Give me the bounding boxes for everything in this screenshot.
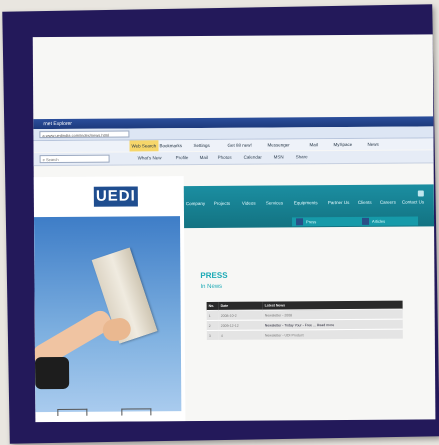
toolbar-get-new[interactable]: Get 88 new! [227,140,251,151]
table-cell: 2009-12-12 [218,320,263,331]
table-row: 3 4 Newsletter - UDI Product [206,329,403,340]
nav-company[interactable]: Company [186,201,205,206]
nav-careers[interactable]: Careers [380,200,396,205]
column-header: No. [206,301,219,311]
search-input[interactable]: e Search [39,154,110,164]
toolbar-bookmarks[interactable]: Bookmarks [159,140,182,151]
table-cell[interactable]: Newsletter - UDI Product [262,329,403,340]
table-cell: 2008-10-2 [218,310,263,321]
nav-partner-us[interactable]: Partner Us [328,200,350,205]
toolbar-myspace[interactable]: MySpace [333,139,352,150]
nav-projects[interactable]: Projects [214,201,230,206]
subnav-articles[interactable]: Articles [372,219,385,224]
toolbar-messenger[interactable]: Messenger [267,139,289,150]
thumbnail-frame [121,408,152,416]
link-share[interactable]: Share [296,151,308,163]
toolbar-mail[interactable]: Mail [309,139,317,150]
sleeve-image [34,356,70,390]
msn-toolbar: e Search What's New Profile Mail Photos … [33,150,434,167]
link-whats-new[interactable]: What's New [138,152,162,164]
link-calendar[interactable]: Calendar [244,152,262,164]
subnav-bullet-icon [362,217,370,225]
table-cell: 3 [206,330,219,340]
news-table: No. Date Latest News 1 2008-10-2 Newslet… [206,300,403,340]
link-mail[interactable]: Mail [200,152,208,164]
page-subheading: In News [200,283,223,291]
nav-contact-us[interactable]: Contact Us [402,199,424,204]
link-msn[interactable]: MSN [274,151,284,163]
monitor-screen: rnet Explorer a.www.uedindia.com/index/n… [32,34,436,423]
table-cell: 2 [206,320,219,331]
toolbar-web-search[interactable]: Web Search [129,140,159,152]
nav-videos[interactable]: Videos [242,201,256,206]
table-cell: 1 [206,310,219,321]
site-logo[interactable]: UEDI [93,186,138,207]
subnav-press[interactable]: Press [306,219,316,224]
column-header: Date [218,301,263,311]
toolbar-settings[interactable]: Settings [193,140,209,151]
window-title: rnet Explorer [43,120,72,128]
page-heading: PRESS [200,270,228,281]
toolbar-news[interactable]: News [367,139,378,150]
table-cell: 4 [218,330,263,340]
nav-services[interactable]: Services [266,200,283,205]
nav-clients[interactable]: Clients [358,200,372,205]
photo-frame: rnet Explorer a.www.uedindia.com/index/n… [2,4,439,444]
subnav-bullet-icon [296,218,304,226]
link-photos[interactable]: Photos [218,152,232,164]
thumbnail-frame [57,408,88,417]
address-field[interactable]: a.www.uedindia.com/index/news.html [39,130,130,139]
site-subnav: Press Articles [292,216,419,227]
home-icon[interactable] [417,190,424,197]
nav-equipments[interactable]: Equipments [294,200,318,205]
link-profile[interactable]: Profile [176,152,189,164]
